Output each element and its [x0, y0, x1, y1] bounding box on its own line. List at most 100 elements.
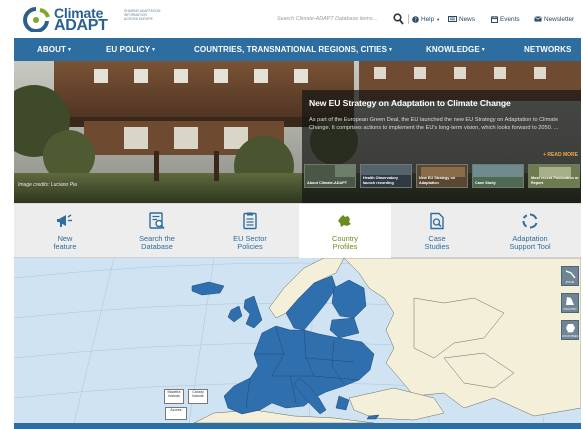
cycle-arrows-icon — [522, 213, 538, 229]
featured-article-title[interactable]: New EU Strategy on Adaptation to Climate… — [309, 98, 511, 108]
logo-word-adapt: ADAPT — [54, 17, 108, 34]
events-link[interactable]: Events — [491, 14, 520, 24]
tagline-line: across Europe — [124, 17, 153, 21]
thumb-label: Case Study — [475, 180, 496, 185]
zoom-icon — [565, 270, 576, 279]
carousel-thumb[interactable]: Case Study — [472, 164, 524, 188]
main-navigation: ABOUT▼ EU POLICY▼ COUNTRIES, TRANSNATION… — [14, 38, 581, 61]
quicklink-eu-sector-policies[interactable]: EU Sector Policies — [205, 204, 295, 259]
chevron-down-icon: ▼ — [66, 47, 73, 53]
inset-label: Madeira Islands — [167, 390, 181, 398]
document-list-icon — [243, 212, 257, 230]
footer-strip — [14, 423, 581, 429]
map-tool-label: ZOOM — [565, 280, 575, 284]
help-icon: ? — [412, 15, 419, 23]
quicklink-country-profiles[interactable]: Country Profiles — [299, 204, 391, 260]
quicklink-label-line: Profiles — [332, 242, 358, 252]
nav-networks-label: NETWORKS — [524, 45, 572, 54]
newspaper-icon — [448, 16, 457, 22]
search-input[interactable] — [277, 12, 391, 26]
chevron-down-icon: ▼ — [151, 47, 157, 53]
quicklink-label: Search the Database — [112, 234, 202, 252]
quicklink-label: Adaptation Support Tool — [485, 234, 575, 252]
nav-eu-policy-label: EU POLICY — [106, 45, 151, 54]
svg-text:?: ? — [414, 17, 417, 23]
quicklink-label: EU Sector Policies — [205, 234, 295, 252]
carousel-thumb[interactable]: New EU Strategy on Adaptation — [416, 164, 468, 188]
site-search — [277, 12, 419, 26]
envelope-icon — [534, 16, 542, 22]
quicklink-adaptation-support-tool[interactable]: Adaptation Support Tool — [485, 204, 575, 259]
nav-networks[interactable]: NETWORKS — [524, 38, 571, 61]
nav-about-label: ABOUT — [37, 45, 66, 54]
read-more-link[interactable]: + READ MORE — [543, 152, 578, 158]
hero-carousel: Image credits: Luciano Pia New EU Strate… — [14, 61, 581, 203]
database-search-icon — [149, 212, 165, 230]
nav-countries-label: COUNTRIES, TRANSNATIONAL REGIONS, CITIES — [194, 45, 388, 54]
nav-eu-policy[interactable]: EU POLICY▼ — [106, 38, 156, 61]
news-label: News — [459, 15, 475, 23]
thumb-label: Health Observatory launch recording — [363, 176, 399, 185]
search-icon[interactable] — [393, 13, 404, 25]
thumb-label: Most recent Publication or Report — [531, 176, 579, 185]
climate-adapt-homepage: Climate ADAPT Sharing adaptation informa… — [14, 0, 581, 429]
country-shape-icon — [566, 297, 574, 305]
help-menu[interactable]: ? Help ▼ — [412, 14, 440, 24]
quicklink-label-line: Studies — [424, 242, 450, 252]
search-divider — [408, 14, 409, 24]
calendar-icon — [491, 15, 498, 23]
chevron-down-icon: ▼ — [480, 47, 486, 53]
map-toolbar: ZOOM COUNTRY ALL COUNTRIES — [561, 266, 579, 344]
thumb-label: New EU Strategy on Adaptation — [419, 176, 456, 185]
megaphone-icon — [57, 214, 72, 227]
quicklink-label-line: Policies — [237, 242, 263, 252]
country-profiles-map[interactable]: Azores Madeira Islands Canary Islands ZO… — [14, 258, 581, 423]
chevron-down-icon: ▼ — [388, 47, 394, 53]
nav-countries[interactable]: COUNTRIES, TRANSNATIONAL REGIONS, CITIES… — [194, 38, 393, 61]
map-zoom-button[interactable]: ZOOM — [561, 266, 579, 286]
carousel-thumb[interactable]: Health Observatory launch recording — [360, 164, 412, 188]
country-map-icon — [338, 215, 351, 227]
inset-label: Canary Islands — [192, 390, 204, 398]
quicklink-label: New feature — [20, 234, 110, 252]
quicklink-label-line: Database — [141, 242, 173, 252]
photo-credit: Image credits: Luciano Pia — [18, 182, 77, 188]
case-study-icon — [430, 212, 444, 230]
carousel-thumbnails: About Climate-ADAPT Health Observatory l… — [304, 164, 580, 188]
quicklink-label: Case Studies — [392, 234, 482, 252]
map-inset-azores[interactable]: Azores — [165, 407, 187, 420]
thumb-label: About Climate-ADAPT — [307, 180, 348, 185]
quicklink-label-line: feature — [53, 242, 77, 252]
newsletter-link[interactable]: Newsletter — [534, 14, 574, 24]
quicklink-label: Country Profiles — [299, 234, 391, 252]
chevron-down-icon: ▼ — [436, 16, 441, 22]
map-inset-canary[interactable]: Canary Islands — [188, 389, 208, 404]
map-all-countries-button[interactable]: ALL COUNTRIES — [561, 320, 579, 340]
events-label: Events — [500, 15, 520, 23]
map-tool-label: ALL COUNTRIES — [562, 330, 579, 338]
map-country-button[interactable]: COUNTRY — [561, 293, 579, 313]
featured-article[interactable]: New EU Strategy on Adaptation to Climate… — [302, 90, 581, 203]
carousel-thumb[interactable]: About Climate-ADAPT — [304, 164, 356, 188]
europe-map[interactable] — [14, 258, 581, 423]
climate-adapt-logo-icon — [23, 7, 50, 32]
carousel-thumb[interactable]: Most recent Publication or Report — [528, 164, 580, 188]
climate-adapt-logo[interactable]: Climate ADAPT — [20, 4, 120, 34]
nav-knowledge-label: KNOWLEDGE — [426, 45, 480, 54]
quicklink-case-studies[interactable]: Case Studies — [392, 204, 482, 259]
featured-article-summary: As part of the European Green Deal, the … — [309, 117, 559, 131]
site-header: Climate ADAPT Sharing adaptation informa… — [14, 0, 581, 38]
inset-label: Azores — [170, 408, 182, 412]
nav-about[interactable]: ABOUT▼ — [37, 38, 72, 61]
quicklink-new-feature[interactable]: New feature — [20, 204, 110, 259]
news-link[interactable]: News — [448, 14, 475, 24]
quick-links-bar: New feature Search the Database EU Secto… — [14, 203, 581, 260]
map-tool-label: COUNTRY — [563, 307, 577, 311]
quicklink-label-line: Support Tool — [509, 242, 551, 252]
logo-tagline: Sharing adaptation information across Eu… — [124, 9, 176, 21]
nav-knowledge[interactable]: KNOWLEDGE▼ — [426, 38, 486, 61]
help-label: Help — [421, 15, 435, 23]
quicklink-search-database[interactable]: Search the Database — [112, 204, 202, 259]
map-inset-madeira[interactable]: Madeira Islands — [164, 389, 184, 404]
newsletter-label: Newsletter — [544, 15, 575, 23]
